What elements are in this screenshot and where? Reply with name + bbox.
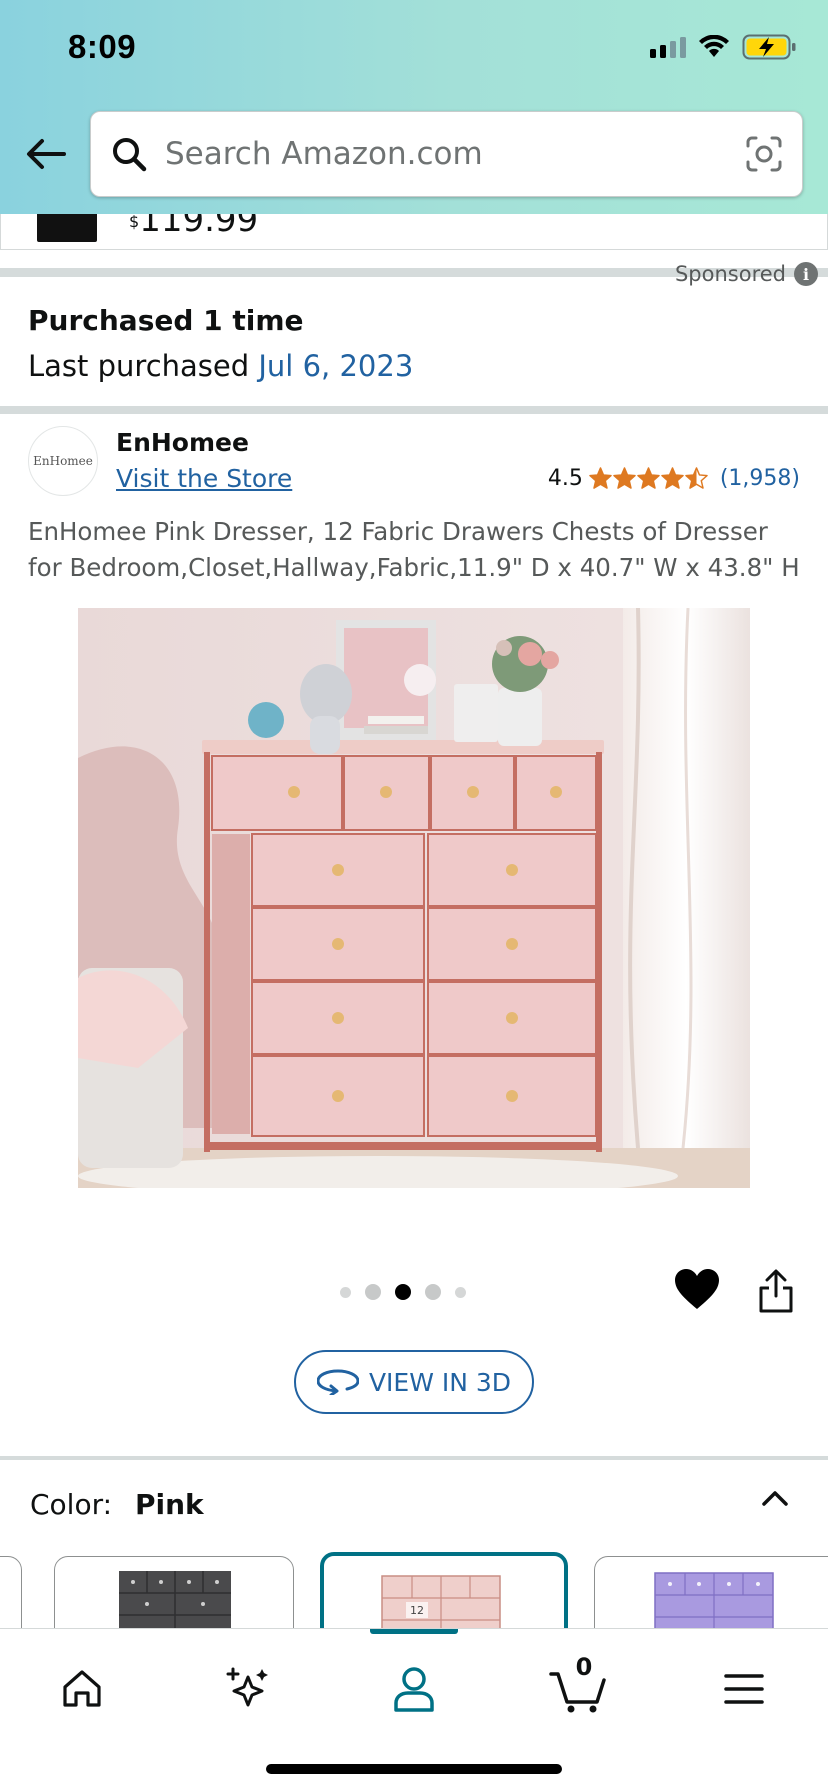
nav-ai-assistant[interactable] <box>218 1659 278 1719</box>
product-title: EnHomee Pink Dresser, 12 Fabric Drawers … <box>28 517 800 582</box>
product-image[interactable] <box>78 608 750 1188</box>
pagination-dot[interactable] <box>365 1284 381 1300</box>
product-rating[interactable]: 4.5 (1,958) <box>548 466 800 491</box>
swatch-purple[interactable] <box>594 1556 828 1632</box>
cellular-signal-icon <box>650 36 686 58</box>
section-divider <box>0 1456 828 1460</box>
status-time: 8:09 <box>68 28 137 65</box>
color-swatch-list[interactable]: 12 <box>0 1552 828 1632</box>
chevron-up-icon[interactable] <box>760 1484 790 1514</box>
color-label: Color: <box>30 1488 113 1521</box>
star-full-icon <box>661 467 684 489</box>
camera-scan-icon[interactable] <box>744 134 784 174</box>
menu-icon <box>724 1674 764 1704</box>
star-half-icon <box>685 467 708 489</box>
pagination-dot[interactable] <box>455 1286 466 1298</box>
brand-name: EnHomee <box>116 428 249 457</box>
view-in-3d-label: VIEW IN 3D <box>368 1367 512 1397</box>
swatch-black[interactable] <box>54 1556 294 1632</box>
star-full-icon <box>613 467 636 489</box>
home-icon <box>63 1670 101 1707</box>
nav-account[interactable] <box>384 1659 444 1719</box>
purchase-count: Purchased 1 time <box>28 304 304 337</box>
pink-dresser-thumbnail: 12 <box>381 1575 501 1632</box>
star-full-icon <box>589 467 612 489</box>
rating-count[interactable]: (1,958) <box>720 466 800 491</box>
rating-stars <box>589 467 708 490</box>
sponsored-label[interactable]: Sponsored i <box>675 262 818 286</box>
image-pagination[interactable] <box>340 1284 466 1300</box>
store-logo[interactable]: EnHomee <box>28 426 98 496</box>
last-purchased-date[interactable]: Jul 6, 2023 <box>258 349 413 383</box>
swatch-partial[interactable] <box>0 1556 22 1632</box>
visit-store-link[interactable]: Visit the Store <box>116 464 292 493</box>
pagination-dot[interactable] <box>340 1286 351 1298</box>
battery-charging-icon <box>742 34 796 60</box>
rotate-3d-icon <box>316 1369 359 1395</box>
back-arrow-icon[interactable] <box>22 130 70 178</box>
section-divider <box>0 406 828 414</box>
heart-icon[interactable] <box>674 1268 720 1312</box>
purchase-history: Purchased 1 time Last purchased Jul 6, 2… <box>28 304 413 383</box>
previous-product-thumbnail <box>37 214 97 242</box>
previous-product-card[interactable]: $119.99 <box>0 214 828 250</box>
ai-sparkle-icon <box>226 1667 268 1707</box>
account-icon <box>394 1667 434 1712</box>
drawer-count-badge: 12 <box>410 1604 424 1617</box>
wifi-icon <box>699 35 729 57</box>
view-in-3d-button[interactable]: VIEW IN 3D <box>294 1350 534 1414</box>
color-variation: Color: Pink <box>30 1488 204 1521</box>
search-bar[interactable] <box>90 111 803 197</box>
header: 8:09 <box>0 0 828 214</box>
info-icon[interactable]: i <box>794 262 818 286</box>
rating-value: 4.5 <box>547 466 583 491</box>
swatch-pink[interactable]: 12 <box>320 1552 568 1632</box>
black-dresser-thumbnail <box>119 1571 231 1632</box>
status-icons <box>650 34 798 60</box>
nav-menu[interactable] <box>714 1659 774 1719</box>
share-icon[interactable] <box>756 1268 796 1314</box>
nav-active-indicator <box>370 1629 458 1634</box>
previous-product-price: $119.99 <box>129 214 259 240</box>
star-full-icon <box>637 467 660 489</box>
color-selected-value: Pink <box>134 1488 204 1521</box>
nav-cart[interactable]: 0 <box>548 1653 608 1719</box>
nav-home[interactable] <box>52 1659 112 1719</box>
last-purchased: Last purchased Jul 6, 2023 <box>28 349 414 383</box>
home-indicator <box>266 1764 562 1774</box>
pagination-dot-active[interactable] <box>395 1284 411 1300</box>
search-input[interactable] <box>165 112 725 196</box>
cart-count-badge: 0 <box>575 1653 593 1681</box>
pagination-dot[interactable] <box>425 1284 441 1300</box>
purple-dresser-thumbnail <box>654 1572 774 1632</box>
search-icon <box>113 138 147 172</box>
